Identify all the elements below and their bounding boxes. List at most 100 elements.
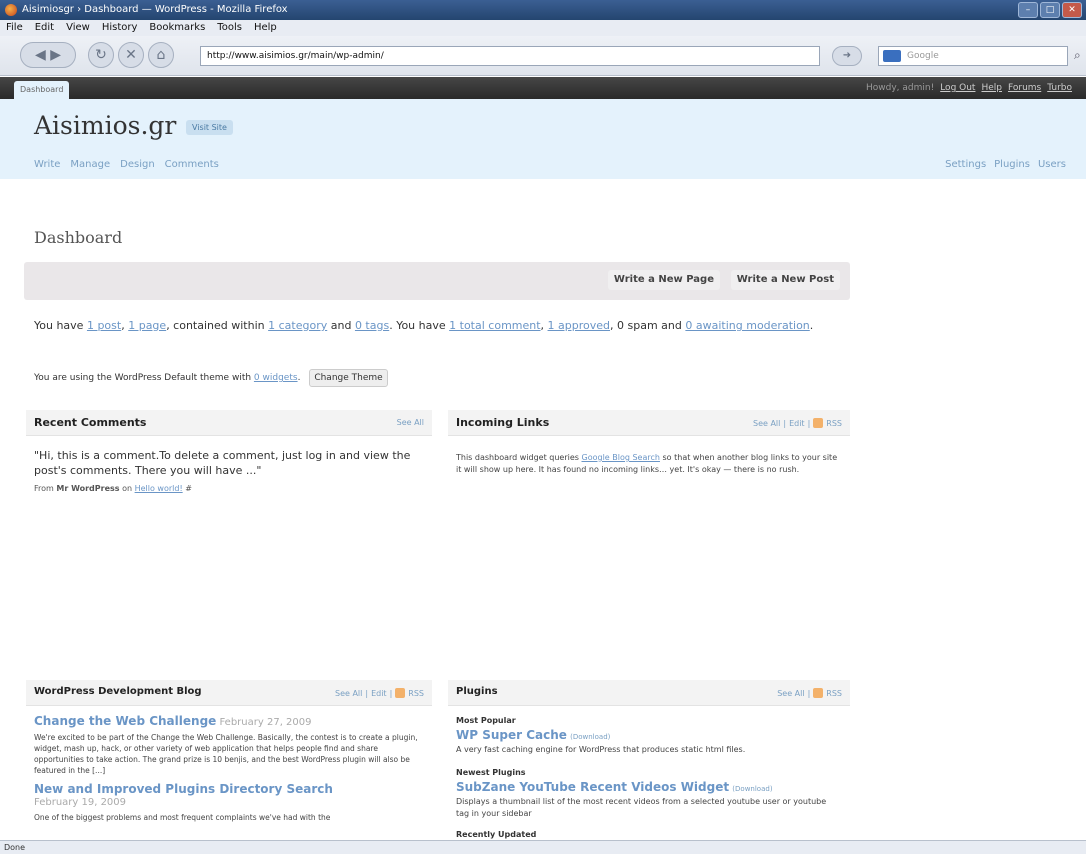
edit-link[interactable]: Edit — [371, 689, 387, 698]
menu-help[interactable]: Help — [254, 20, 277, 36]
write-post-button[interactable]: Write a New Post — [730, 270, 840, 290]
home-icon[interactable]: ⌂ — [148, 42, 174, 68]
comment-excerpt: "Hi, this is a comment.To delete a comme… — [34, 449, 411, 477]
blog-post-title[interactable]: Change the Web Challenge — [34, 714, 216, 728]
nav-settings[interactable]: Settings — [945, 159, 986, 170]
nav-write[interactable]: Write — [34, 159, 60, 170]
plugin-name-link[interactable]: WP Super Cache — [456, 728, 567, 742]
tags-link[interactable]: 0 tags — [355, 319, 389, 332]
link-separator: | — [389, 688, 393, 698]
right-now-toolbar: Write a New Page Write a New Post — [24, 262, 850, 300]
plugins-section-heading: Most Popular — [456, 716, 516, 725]
theme-text: . — [297, 373, 301, 383]
on-label: on — [119, 484, 135, 493]
pages-link[interactable]: 1 page — [128, 319, 166, 332]
recent-comments-widget: Recent Comments See All "Hi, this is a c… — [26, 410, 432, 500]
write-page-button[interactable]: Write a New Page — [607, 270, 720, 290]
posts-link[interactable]: 1 post — [87, 319, 121, 332]
incoming-text: This dashboard widget queries — [456, 453, 582, 462]
rss-icon[interactable] — [813, 688, 824, 698]
download-link[interactable]: (Download) — [570, 733, 610, 741]
categories-link[interactable]: 1 category — [268, 319, 327, 332]
moderation-link[interactable]: 0 awaiting moderation — [685, 319, 809, 332]
close-icon[interactable]: ✕ — [1062, 2, 1082, 18]
address-bar[interactable]: http://www.aisimios.gr/main/wp-admin/ — [200, 46, 820, 66]
blog-post-date: February 19, 2009 — [34, 797, 127, 808]
widget-links: See All | Edit | RSS — [335, 688, 424, 698]
search-input[interactable]: Google — [878, 46, 1068, 66]
menu-view[interactable]: View — [66, 20, 90, 36]
plugin-item: WP Super Cache (Download) — [456, 728, 840, 744]
approved-link[interactable]: 1 approved — [548, 319, 610, 332]
menu-bar: File Edit View History Bookmarks Tools H… — [0, 20, 1086, 36]
see-all-link[interactable]: See All — [753, 419, 780, 428]
window-titlebar: Aisimiosgr › Dashboard — WordPress - Moz… — [0, 0, 1086, 20]
menu-bookmarks[interactable]: Bookmarks — [149, 20, 205, 36]
search-icon[interactable]: ⌕ — [1074, 48, 1081, 63]
edit-link[interactable]: Edit — [789, 419, 805, 428]
rss-link[interactable]: RSS — [826, 689, 842, 698]
howdy-text: Howdy, admin! — [866, 83, 935, 93]
comment-hash[interactable]: # — [183, 484, 192, 493]
menu-history[interactable]: History — [102, 20, 138, 36]
minimize-icon[interactable]: – — [1018, 2, 1038, 18]
rss-icon[interactable] — [395, 688, 406, 698]
widget-body: Most Popular WP Super Cache (Download) A… — [456, 710, 840, 842]
reload-icon[interactable]: ↻ — [88, 42, 114, 68]
stop-icon[interactable]: ✕ — [118, 42, 144, 68]
widget-body: This dashboard widget queries Google Blo… — [456, 452, 840, 476]
nav-manage[interactable]: Manage — [70, 159, 110, 170]
plugins-section-heading: Newest Plugins — [456, 768, 526, 777]
menu-edit[interactable]: Edit — [35, 20, 54, 36]
summary-text: . — [809, 319, 814, 332]
back-forward-icon[interactable]: ◀ ▶ — [20, 42, 76, 68]
widgets-link[interactable]: 0 widgets — [254, 373, 298, 383]
go-arrow-icon[interactable]: ➜ — [832, 46, 862, 66]
see-all-link[interactable]: See All — [397, 418, 424, 427]
comment-post-link[interactable]: Hello world! — [135, 484, 183, 493]
widget-header: WordPress Development Blog See All | Edi… — [26, 680, 432, 706]
blog-post-title[interactable]: New and Improved Plugins Directory Searc… — [34, 782, 422, 796]
visit-site-button[interactable]: Visit Site — [186, 120, 233, 135]
widget-body: "Hi, this is a comment.To delete a comme… — [34, 448, 422, 496]
see-all-link[interactable]: See All — [777, 689, 804, 698]
widget-links: See All — [397, 418, 424, 427]
comments-link[interactable]: 1 total comment — [449, 319, 540, 332]
turbo-link[interactable]: Turbo — [1047, 77, 1072, 99]
plugin-description: Displays a thumbnail list of the most re… — [456, 797, 827, 818]
right-now-summary: You have 1 post, 1 page, contained withi… — [34, 318, 834, 334]
window-title: Aisimiosgr › Dashboard — WordPress - Moz… — [22, 4, 288, 15]
rss-link[interactable]: RSS — [408, 689, 424, 698]
maximize-icon[interactable]: □ — [1040, 2, 1060, 18]
widget-body: Change the Web Challenge February 27, 20… — [34, 714, 422, 829]
menu-tools[interactable]: Tools — [217, 20, 242, 36]
logout-link[interactable]: Log Out — [940, 77, 975, 99]
nav-plugins[interactable]: Plugins — [994, 159, 1030, 170]
widget-header: Plugins See All | RSS — [448, 680, 850, 706]
google-blog-search-link[interactable]: Google Blog Search — [582, 453, 660, 462]
rss-icon[interactable] — [813, 418, 824, 428]
search-engine-icon[interactable] — [883, 50, 901, 62]
nav-comments[interactable]: Comments — [165, 159, 219, 170]
navigation-toolbar: ◀ ▶ ↻ ✕ ⌂ http://www.aisimios.gr/main/wp… — [0, 36, 1086, 76]
rss-link[interactable]: RSS — [826, 419, 842, 428]
incoming-links-widget: Incoming Links See All | Edit | RSS This… — [448, 410, 850, 500]
menu-file[interactable]: File — [6, 20, 23, 36]
nav-design[interactable]: Design — [120, 159, 155, 170]
firefox-icon — [5, 4, 17, 16]
change-theme-button[interactable]: Change Theme — [309, 369, 388, 387]
widget-title: Recent Comments — [34, 416, 147, 429]
help-link[interactable]: Help — [981, 77, 1002, 99]
see-all-link[interactable]: See All — [335, 689, 362, 698]
summary-text: , contained within — [166, 319, 269, 332]
search-placeholder: Google — [907, 51, 939, 61]
nav-users[interactable]: Users — [1038, 159, 1066, 170]
user-links: Howdy, admin! Log Out Help Forums Turbo — [866, 77, 1072, 99]
download-link[interactable]: (Download) — [732, 785, 772, 793]
plugin-name-link[interactable]: SubZane YouTube Recent Videos Widget — [456, 780, 729, 794]
widget-title: Plugins — [456, 686, 498, 697]
tab-dashboard[interactable]: Dashboard — [14, 81, 70, 99]
forums-link[interactable]: Forums — [1008, 77, 1041, 99]
blog-post-excerpt: We're excited to be part of the Change t… — [34, 733, 418, 775]
summary-text: . You have — [389, 319, 450, 332]
